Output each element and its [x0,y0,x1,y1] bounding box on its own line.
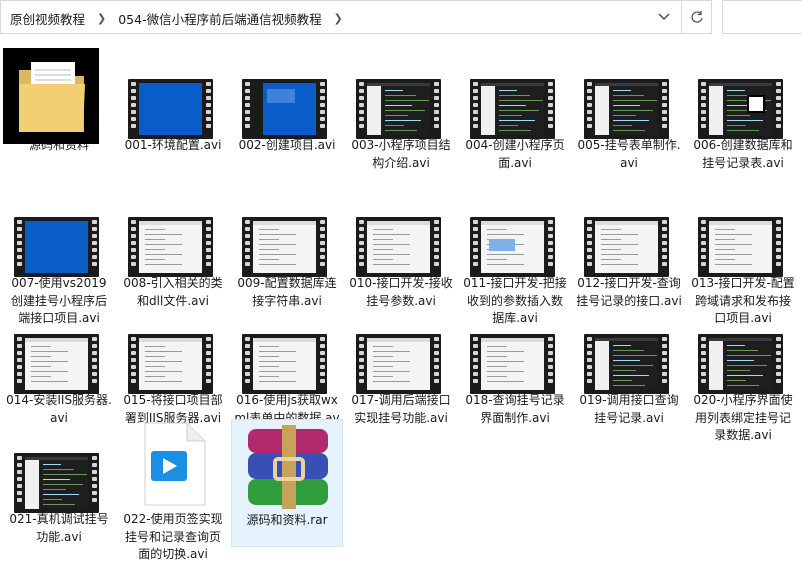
video-thumbnail [356,217,441,277]
folder-icon [3,48,99,144]
item-thumbnail [573,45,685,139]
breadcrumb-item-current[interactable]: 054-微信小程序前后端通信视频教程 [112,9,327,28]
file-item[interactable]: 004-创建小程序页面.avi [459,45,571,172]
item-label: 005-挂号表单制作.avi [577,138,681,170]
video-thumbnail [14,453,99,513]
video-file-icon [131,419,215,509]
address-bar[interactable]: 原创视频教程 ❯ 054-微信小程序前后端通信视频教程 ❯ [0,0,712,34]
video-thumbnail [470,334,555,394]
item-thumbnail [231,183,343,277]
file-item[interactable]: 012-接口开发-查询挂号记录的接口.avi [573,183,685,310]
video-thumbnail [242,79,327,139]
video-thumbnail [242,334,327,394]
search-input[interactable] [722,0,802,34]
item-thumbnail [687,183,799,277]
item-thumbnail [3,300,115,394]
item-thumbnail [345,45,457,139]
video-thumbnail [128,334,213,394]
item-label: 001-环境配置.avi [124,138,222,152]
breadcrumb: 原创视频教程 ❯ 054-微信小程序前后端通信视频教程 ❯ [1,1,349,35]
video-thumbnail [698,79,783,139]
file-item[interactable]: 003-小程序项目结构介绍.avi [345,45,457,172]
folder-item[interactable]: 源码和资料 [3,45,115,155]
video-thumbnail [128,79,213,139]
item-thumbnail [3,183,115,277]
video-thumbnail [356,79,441,139]
item-thumbnail [117,419,229,509]
file-item[interactable]: 源码和资料.rar [231,419,343,547]
item-thumbnail [231,300,343,394]
video-thumbnail [584,217,669,277]
file-item[interactable]: 015-将接口项目部署到IIS服务器.avi [117,300,229,427]
item-label: 021-真机调试挂号功能.avi [9,512,109,544]
video-thumbnail [14,217,99,277]
video-thumbnail [698,334,783,394]
breadcrumb-item-root[interactable]: 原创视频教程 [1,9,91,28]
winrar-archive-icon [242,425,334,509]
item-label: 022-使用页签实现挂号和记录查询页面的切换.avi [123,512,223,561]
history-dropdown-button[interactable] [649,1,679,33]
item-label: 020-小程序界面使用列表绑定挂号记录数据.avi [693,393,793,442]
file-item[interactable]: 022-使用页签实现挂号和记录查询页面的切换.avi [117,419,229,564]
item-label: 017-调用后端接口实现挂号功能.avi [351,393,451,425]
item-thumbnail [573,183,685,277]
video-thumbnail [584,334,669,394]
file-item[interactable]: 020-小程序界面使用列表绑定挂号记录数据.avi [687,300,799,445]
item-label: 源码和资料.rar [246,513,328,527]
item-thumbnail [117,183,229,277]
item-label: 018-查询挂号记录界面制作.avi [465,393,565,425]
video-thumbnail [242,217,327,277]
refresh-icon [691,11,703,23]
file-item[interactable]: 002-创建项目.avi [231,45,343,155]
item-thumbnail [459,45,571,139]
file-item[interactable]: 001-环境配置.avi [117,45,229,155]
file-item[interactable]: 009-配置数据库连接字符串.avi [231,183,343,310]
item-label: 004-创建小程序页面.avi [465,138,565,170]
item-thumbnail [687,300,799,394]
chevron-right-icon[interactable]: ❯ [91,12,112,25]
item-label: 006-创建数据库和挂号记录表.avi [693,138,793,170]
item-thumbnail [573,300,685,394]
file-item[interactable]: 014-安装IIS服务器.avi [3,300,115,427]
file-item[interactable]: 021-真机调试挂号功能.avi [3,419,115,546]
video-thumbnail [470,217,555,277]
item-thumbnail [345,183,457,277]
item-thumbnail [117,45,229,139]
file-item[interactable]: 010-接口开发-接收挂号参数.avi [345,183,457,310]
item-thumbnail [3,45,115,144]
item-thumbnail [345,300,457,394]
file-item[interactable]: 017-调用后端接口实现挂号功能.avi [345,300,457,427]
file-item[interactable]: 018-查询挂号记录界面制作.avi [459,300,571,427]
chevron-right-icon[interactable]: ❯ [328,12,349,25]
item-label: 002-创建项目.avi [238,138,336,152]
video-thumbnail [14,334,99,394]
item-thumbnail [459,300,571,394]
item-label: 019-调用接口查询挂号记录.avi [579,393,679,425]
chevron-down-icon [658,13,670,20]
refresh-button[interactable] [681,1,712,33]
item-label: 003-小程序项目结构介绍.avi [351,138,451,170]
item-thumbnail [231,45,343,139]
video-thumbnail [698,217,783,277]
video-thumbnail [470,79,555,139]
file-item[interactable]: 008-引入相关的类和dll文件.avi [117,183,229,310]
video-thumbnail [584,79,669,139]
file-item[interactable]: 019-调用接口查询挂号记录.avi [573,300,685,427]
item-thumbnail [3,419,115,513]
file-item[interactable]: 005-挂号表单制作.avi [573,45,685,172]
video-thumbnail [128,217,213,277]
video-thumbnail [356,334,441,394]
item-thumbnail [117,300,229,394]
file-item[interactable]: 006-创建数据库和挂号记录表.avi [687,45,799,172]
item-thumbnail [687,45,799,139]
item-thumbnail [232,420,344,510]
item-thumbnail [459,183,571,277]
